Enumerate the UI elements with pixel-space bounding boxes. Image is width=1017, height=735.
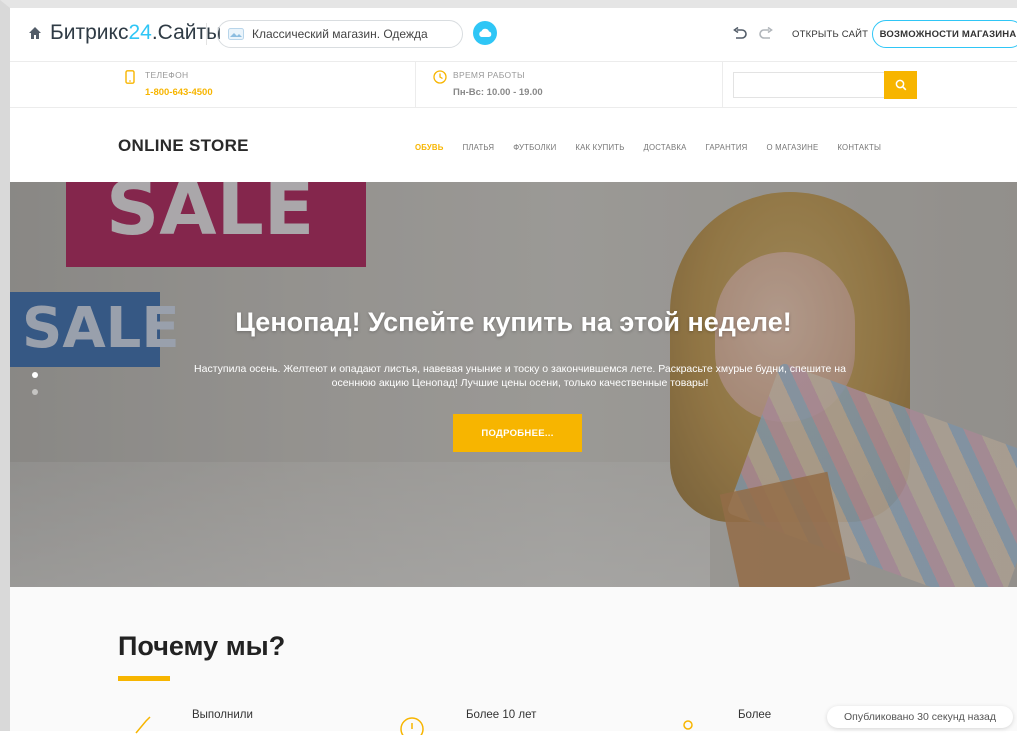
nav-item-about[interactable]: О МАГАЗИНЕ <box>767 143 819 152</box>
search-icon <box>895 79 906 91</box>
phone-label: ТЕЛЕФОН <box>145 70 189 80</box>
clock-icon <box>433 70 447 84</box>
nav-item-tshirts[interactable]: ФУТБОЛКИ <box>513 143 556 152</box>
feature-text: Более 10 лет <box>466 709 537 721</box>
hours-label: ВРЕМЯ РАБОТЫ <box>453 70 525 80</box>
hours-value: Пн-Вс: 10.00 - 19.00 <box>453 87 543 98</box>
cloud-icon <box>479 28 492 37</box>
more-button[interactable]: ПОДРОБНЕЕ... <box>453 414 582 452</box>
main-nav: ОБУВЬ ПЛАТЬЯ ФУТБОЛКИ КАК КУПИТЬ ДОСТАВК… <box>415 143 900 152</box>
location-pin-icon <box>683 720 693 730</box>
phone-value[interactable]: 1-800-643-4500 <box>145 87 213 98</box>
site-header: ONLINE STORE ОБУВЬ ПЛАТЬЯ ФУТБОЛКИ КАК К… <box>10 108 1017 182</box>
nav-item-how-to-buy[interactable]: КАК КУПИТЬ <box>575 143 624 152</box>
brand-suffix: .Сайты <box>151 21 222 44</box>
brand-number: 24 <box>128 21 152 44</box>
rocket-icon <box>135 716 151 734</box>
hero-description-line: осеннюю акцию Ценопад! Лучшие цены осени… <box>331 377 709 389</box>
nav-item-warranty[interactable]: ГАРАНТИЯ <box>706 143 748 152</box>
hero-description: Наступила осень. Желтеют и опадают листь… <box>110 362 930 390</box>
open-site-link[interactable]: ОТКРЫТЬ САЙТ <box>792 29 868 40</box>
store-features-button[interactable]: ВОЗМОЖНОСТИ МАГАЗИНА <box>872 20 1017 48</box>
bitrix-toolbar: Битрикс24.Сайты Классический магазин. Од… <box>10 8 1017 62</box>
undo-icon[interactable] <box>732 27 748 41</box>
contacts-bar: ТЕЛЕФОН 1-800-643-4500 ВРЕМЯ РАБОТЫ Пн-В… <box>10 62 1017 108</box>
toolbar-divider <box>206 23 207 45</box>
slider-dot-active[interactable] <box>32 372 38 378</box>
hero-title: Ценопад! Успейте купить на этой неделе! <box>235 307 792 337</box>
nav-item-dresses[interactable]: ПЛАТЬЯ <box>463 143 495 152</box>
nav-item-delivery[interactable]: ДОСТАВКА <box>644 143 687 152</box>
store-logo[interactable]: ONLINE STORE <box>118 136 249 156</box>
search-button[interactable] <box>884 71 917 99</box>
site-selector[interactable]: Классический магазин. Одежда <box>217 20 463 48</box>
nav-item-shoes[interactable]: ОБУВЬ <box>415 143 444 152</box>
why-us-section: Почему мы? Выполнили Более 10 лет Более … <box>10 587 1017 735</box>
site-thumbnail-icon <box>228 28 244 40</box>
section-title: Почему мы? <box>118 631 286 661</box>
contacts-divider <box>722 62 723 108</box>
hero-description-line: Наступила осень. Желтеют и опадают листь… <box>194 363 846 375</box>
slider-dot[interactable] <box>32 389 38 395</box>
brand-prefix: Битрикс <box>50 21 129 44</box>
contacts-divider <box>415 62 416 108</box>
redo-icon[interactable] <box>758 27 774 41</box>
site-selector-label: Классический магазин. Одежда <box>252 27 428 41</box>
feature-text: Более <box>738 709 772 721</box>
brand-logo[interactable]: Битрикс24.Сайты <box>50 21 221 45</box>
clock-icon <box>400 717 424 735</box>
hero-banner: SALE SALE Ценопад! Успейте купить на это… <box>10 182 1017 587</box>
home-icon[interactable] <box>28 26 42 40</box>
publish-status-toast: Опубликовано 30 секунд назад <box>827 706 1013 728</box>
cloud-publish-button[interactable] <box>473 21 497 45</box>
section-title-underline <box>118 676 170 681</box>
feature-text: Выполнили <box>192 709 253 721</box>
search-input[interactable] <box>733 72 885 98</box>
phone-icon <box>125 70 135 84</box>
nav-item-contacts[interactable]: КОНТАКТЫ <box>837 143 881 152</box>
